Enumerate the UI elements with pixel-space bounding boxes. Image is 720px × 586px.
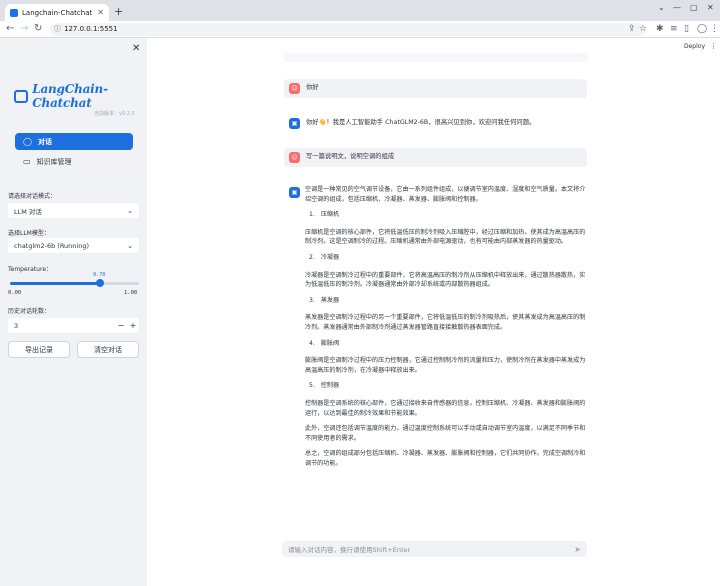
deploy-button[interactable]: Deploy xyxy=(684,43,705,50)
maximize-icon[interactable]: ▢ xyxy=(690,3,698,12)
sidepanel-icon[interactable]: ▯ xyxy=(684,24,689,34)
assistant-avatar-icon: ▣ xyxy=(289,187,300,198)
chat-logo-icon xyxy=(14,89,29,103)
sidebar: ✕ LangChain-Chatchat 当前版本：v0.2.5 ◯ 对话 ▭ … xyxy=(0,38,147,586)
model-value: chatglm2-6b (Running) xyxy=(14,241,90,250)
section-body: 膨胀阀是空调制冷过程中的压力控制器，它通过控制制冷剂的流量和压力，使制冷剂在蒸发… xyxy=(305,357,586,374)
section-body: 蒸发器是空调制冷过程中的另一个重要部件，它将低温低压的制冷剂吸热后，使其蒸发成为… xyxy=(305,314,586,331)
url-text: 127.0.0.1:5551 xyxy=(64,25,118,33)
section-heading: 4. 膨胀阀 xyxy=(309,339,340,347)
message-text: 你好👋！我是人工智能助手 ChatGLM2-6B，很高兴见到你，欢迎问我任何问题… xyxy=(306,119,536,126)
temperature-label: Temperature： xyxy=(8,266,53,273)
answer-intro: 空调是一种常见的空气调节设备，它由一系列组件组成，以便调节室内温度、湿度和空气质… xyxy=(305,186,586,203)
history-number-input[interactable]: 3 − + xyxy=(8,318,139,333)
mode-value: LLM 对话 xyxy=(14,207,42,216)
window-close-icon[interactable]: ✕ xyxy=(707,3,714,12)
menu-item-label: 对话 xyxy=(37,137,52,146)
reading-list-icon[interactable]: ≡ xyxy=(670,24,678,34)
mode-label: 请选择对话模式： xyxy=(8,193,57,200)
address-bar[interactable]: ⓘ 127.0.0.1:5551 xyxy=(50,23,646,36)
message-text: 写一篇说明文，说明空调的组成 xyxy=(306,153,395,160)
model-select[interactable]: chatglm2-6b (Running) ⌄ xyxy=(8,238,139,253)
hdd-icon: ▭ xyxy=(23,157,31,166)
chat-input[interactable]: 请输入对话内容，换行请使用Shift+Enter ➤ xyxy=(282,541,587,557)
tab-close-icon[interactable]: ✕ xyxy=(97,8,104,17)
message-text: 你好 xyxy=(306,84,319,91)
decrement-button[interactable]: − xyxy=(115,321,127,330)
model-label: 选择LLM模型： xyxy=(8,230,50,237)
mode-select[interactable]: LLM 对话 ⌄ xyxy=(8,203,139,218)
profile-icon[interactable]: ◯ xyxy=(697,24,707,34)
chat-message-user: ☺ 写一篇说明文，说明空调的组成 xyxy=(284,148,587,167)
temperature-slider-track[interactable] xyxy=(10,282,139,285)
forward-icon[interactable]: → xyxy=(20,23,28,34)
temperature-slider-thumb[interactable] xyxy=(96,279,105,287)
bookmark-star-icon[interactable]: ☆ xyxy=(639,24,647,34)
temperature-min: 0.00 xyxy=(8,290,22,296)
browser-tab-bar: Langchain-Chatchat WebUI ✕ + ⌄ — ▢ ✕ xyxy=(0,0,720,21)
reload-icon[interactable]: ↻ xyxy=(34,23,42,34)
site-info-icon[interactable]: ⓘ xyxy=(54,23,61,36)
section-heading: 1. 压缩机 xyxy=(309,211,340,219)
chat-message-user: ☺ 你好 xyxy=(284,79,587,98)
back-icon[interactable]: ← xyxy=(6,23,14,34)
user-avatar-icon: ☺ xyxy=(289,83,300,94)
export-button[interactable]: 导出记录 xyxy=(8,341,70,358)
answer-outro: 此外，空调还包括调节温度的能力，通过温度控制系统可以手动或自动调节室内温度，以满… xyxy=(305,425,586,442)
extensions-icon[interactable]: ✱ xyxy=(656,24,664,34)
browser-menu-icon[interactable]: ⋮ xyxy=(710,24,719,34)
chevron-down-icon: ⌄ xyxy=(127,241,133,250)
chat-input-placeholder: 请输入对话内容，换行请使用Shift+Enter xyxy=(288,546,411,554)
menu-item-chat[interactable]: ◯ 对话 xyxy=(15,133,133,150)
clear-chat-button[interactable]: 清空对话 xyxy=(77,341,139,358)
main-menu-icon[interactable]: ⋮ xyxy=(710,42,717,50)
section-heading: 3. 蒸发器 xyxy=(309,296,340,304)
history-value: 3 xyxy=(14,321,19,330)
version-label: 当前版本：v0.2.5 xyxy=(94,111,135,117)
tab-favicon-icon xyxy=(10,8,18,17)
chat-message-assistant: ▣ xyxy=(284,183,304,198)
menu-item-label: 知识库管理 xyxy=(36,157,72,166)
history-label: 历史对话轮数： xyxy=(8,308,51,315)
browser-toolbar: ← → ↻ ⓘ 127.0.0.1:5551 ⇪ ☆ ✱ ≡ ▯ ◯ ⋮ xyxy=(0,21,720,38)
logo-text: LangChain-Chatchat xyxy=(32,82,108,110)
send-icon[interactable]: ➤ xyxy=(574,545,581,554)
user-avatar-icon: ☺ xyxy=(289,152,300,163)
browser-tab[interactable]: Langchain-Chatchat WebUI ✕ xyxy=(5,4,109,21)
answer-conclusion: 总之，空调的组成部分包括压缩机、冷凝器、蒸发器、膨胀阀和控制器，它们共同协作，完… xyxy=(305,450,586,467)
section-body: 控制器是空调系统的核心部件，它通过接收来自传感器的信息，控制压缩机、冷凝器、蒸发… xyxy=(305,399,586,417)
chat-bubble-icon: ◯ xyxy=(23,137,32,146)
section-heading: 2. 冷凝器 xyxy=(309,253,340,261)
temperature-value: 0.70 xyxy=(93,272,106,278)
assistant-answer: 空调是一种常见的空气调节设备，它由一系列组件组成，以便调节室内温度、湿度和空气质… xyxy=(305,185,587,474)
temperature-slider-fill xyxy=(10,282,101,285)
new-tab-icon[interactable]: + xyxy=(114,5,123,18)
section-heading: 5. 控制器 xyxy=(309,382,340,390)
menu-item-knowledge-base[interactable]: ▭ 知识库管理 xyxy=(15,153,133,170)
logo: LangChain-Chatchat xyxy=(14,82,147,110)
chat-message-assistant: ▣ 你好👋！我是人工智能助手 ChatGLM2-6B，很高兴见到你，欢迎问我任何… xyxy=(284,114,587,133)
close-sidebar-icon[interactable]: ✕ xyxy=(132,43,140,54)
tab-title: Langchain-Chatchat WebUI xyxy=(22,8,95,17)
section-body: 压缩机是空调的核心部件，它将低温低压的制冷剂吸入压缩腔中，经过压缩和加热，使其成… xyxy=(305,228,586,246)
minimize-icon[interactable]: — xyxy=(673,3,681,12)
temperature-max: 1.00 xyxy=(124,290,138,296)
increment-button[interactable]: + xyxy=(127,321,139,330)
previous-message-edge xyxy=(283,53,588,62)
tab-search-icon[interactable]: ⌄ xyxy=(658,3,665,12)
share-icon[interactable]: ⇪ xyxy=(628,24,636,34)
section-body: 冷凝器是空调制冷过程中的重要部件，它将高温高压的制冷剂从压缩机中释放出来，通过散… xyxy=(305,271,586,289)
chevron-down-icon: ⌄ xyxy=(127,206,133,215)
assistant-avatar-icon: ▣ xyxy=(289,118,300,129)
